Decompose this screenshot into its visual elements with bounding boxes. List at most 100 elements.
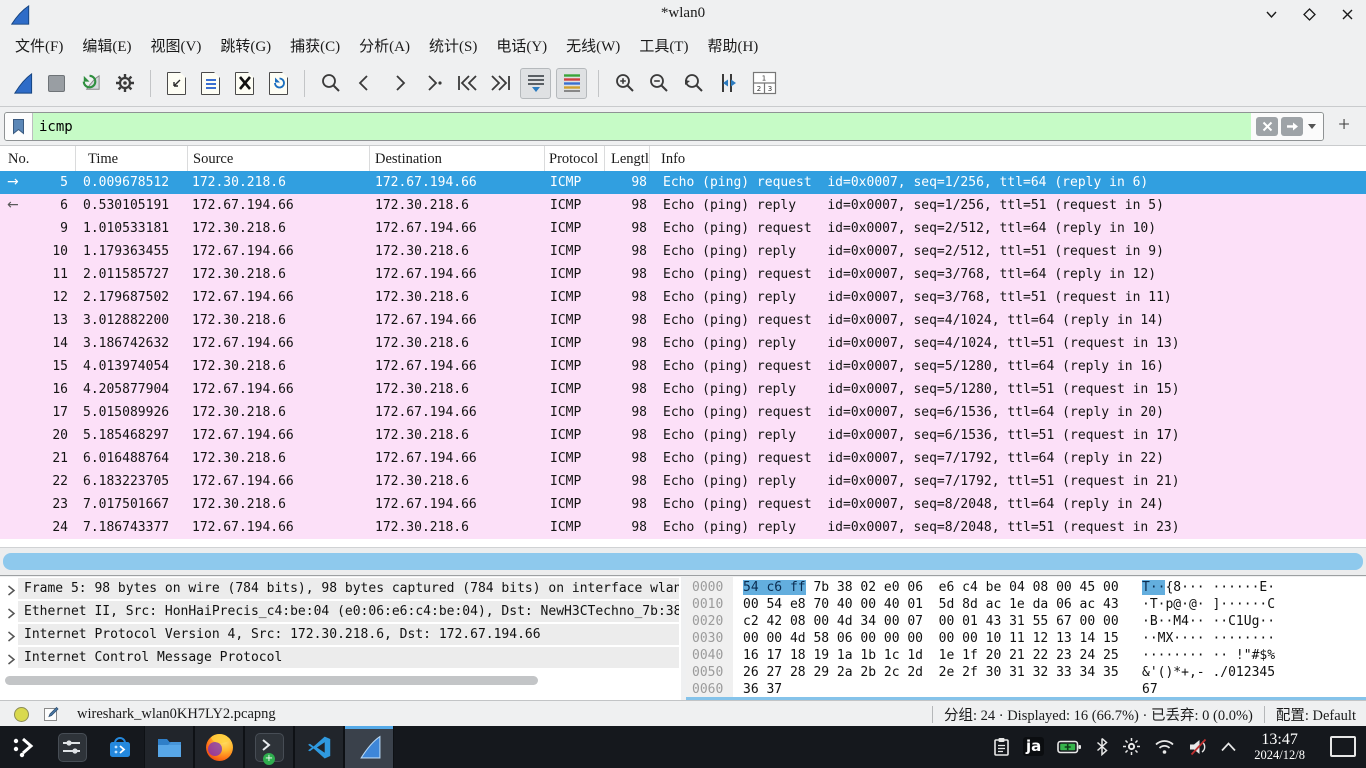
brightness-tray-icon[interactable] <box>1122 737 1141 756</box>
apply-filter-button[interactable] <box>1281 117 1303 136</box>
previous-packet-button[interactable] <box>350 69 379 98</box>
zoom-reset-button[interactable] <box>678 69 707 98</box>
scrollbar-thumb[interactable] <box>3 553 1363 570</box>
expand-chevron-icon[interactable] <box>6 583 16 594</box>
packet-row[interactable]: 247.186743377172.67.194.66172.30.218.6IC… <box>0 516 1366 539</box>
clipboard-tray-icon[interactable] <box>993 737 1010 756</box>
packet-row[interactable]: 101.179363455172.67.194.66172.30.218.6IC… <box>0 240 1366 263</box>
stop-capture-button[interactable] <box>42 69 71 98</box>
volume-muted-tray-icon[interactable] <box>1188 738 1207 756</box>
filter-text[interactable]: icmp <box>33 119 1251 135</box>
close-file-button[interactable] <box>230 69 259 98</box>
bluetooth-tray-icon[interactable] <box>1095 737 1109 756</box>
packet-row[interactable]: 133.012882200172.30.218.6172.67.194.66IC… <box>0 309 1366 332</box>
capture-options-button[interactable] <box>110 69 139 98</box>
hex-row[interactable]: 006036 3767 <box>686 681 1366 698</box>
expand-chevron-icon[interactable] <box>6 629 16 640</box>
taskbar-app-launcher[interactable] <box>0 726 48 768</box>
column-layout-button[interactable]: 123 <box>750 69 779 98</box>
display-filter-input[interactable]: icmp <box>4 112 1324 141</box>
resize-columns-button[interactable] <box>712 69 741 98</box>
column-header[interactable]: No. <box>0 146 76 172</box>
column-header[interactable]: Time <box>76 146 188 172</box>
filter-bookmark-button[interactable] <box>5 113 33 140</box>
show-desktop-button[interactable] <box>1330 736 1356 757</box>
packet-row[interactable]: 143.186742632172.67.194.66172.30.218.6IC… <box>0 332 1366 355</box>
packet-list-hscrollbar[interactable] <box>0 547 1366 576</box>
packet-row[interactable]: 164.205877904172.67.194.66172.30.218.6IC… <box>0 378 1366 401</box>
column-header[interactable]: Destination <box>370 146 545 172</box>
expand-chevron-icon[interactable] <box>6 606 16 617</box>
column-header[interactable]: Lengtl <box>605 146 650 172</box>
open-file-button[interactable] <box>162 69 191 98</box>
packet-row[interactable]: 50.009678512172.30.218.6172.67.194.66ICM… <box>0 171 1366 194</box>
first-packet-button[interactable] <box>452 69 481 98</box>
detail-tree-row[interactable]: Internet Protocol Version 4, Src: 172.30… <box>0 623 681 646</box>
maximize-button[interactable] <box>1302 7 1316 21</box>
wifi-tray-icon[interactable] <box>1154 738 1175 755</box>
menu-item[interactable]: 视图(V) <box>148 33 205 58</box>
menu-item[interactable]: 分析(A) <box>356 33 413 58</box>
menu-item[interactable]: 编辑(E) <box>79 33 134 58</box>
menu-item[interactable]: 帮助(H) <box>704 33 761 58</box>
packet-row[interactable]: 226.183223705172.67.194.66172.30.218.6IC… <box>0 470 1366 493</box>
detail-hscrollbar-thumb[interactable] <box>5 676 538 685</box>
save-file-button[interactable] <box>196 69 225 98</box>
close-button[interactable] <box>1340 7 1354 21</box>
packet-row[interactable]: 112.011585727172.30.218.6172.67.194.66IC… <box>0 263 1366 286</box>
hex-row[interactable]: 001000 54 e8 70 40 00 40 01 5d 8d ac 1e … <box>686 596 1366 613</box>
hex-row[interactable]: 000054 c6 ff 7b 38 02 e0 06 e6 c4 be 04 … <box>686 579 1366 596</box>
last-packet-button[interactable] <box>486 69 515 98</box>
menu-item[interactable]: 统计(S) <box>426 33 480 58</box>
hex-row[interactable]: 004016 17 18 19 1a 1b 1c 1d 1e 1f 20 21 … <box>686 647 1366 664</box>
packet-row[interactable]: 237.017501667172.30.218.6172.67.194.66IC… <box>0 493 1366 516</box>
detail-tree-row[interactable]: Frame 5: 98 bytes on wire (784 bits), 98… <box>0 577 681 600</box>
taskbar-terminal[interactable]: + <box>244 726 294 768</box>
taskbar-clock[interactable]: 13:47 2024/12/8 <box>1254 732 1305 762</box>
detail-tree-row[interactable]: Internet Control Message Protocol <box>0 646 681 669</box>
packet-row[interactable]: 91.010533181172.30.218.6172.67.194.66ICM… <box>0 217 1366 240</box>
colorize-packets-button[interactable] <box>556 68 587 99</box>
expert-info-icon[interactable] <box>14 707 29 722</box>
taskbar-system-settings[interactable] <box>48 726 96 768</box>
input-method-indicator[interactable]: ja <box>1023 737 1044 756</box>
menu-item[interactable]: 捕获(C) <box>287 33 343 58</box>
clear-filter-button[interactable] <box>1256 117 1278 136</box>
taskbar-file-manager[interactable] <box>144 726 194 768</box>
packet-row[interactable]: 205.185468297172.67.194.66172.30.218.6IC… <box>0 424 1366 447</box>
packet-row[interactable]: 216.016488764172.30.218.6172.67.194.66IC… <box>0 447 1366 470</box>
filter-dropdown-caret[interactable] <box>1308 124 1316 129</box>
capture-comment-icon[interactable] <box>43 706 59 722</box>
profile-selector[interactable]: 配置: Default <box>1276 704 1356 725</box>
restart-capture-button[interactable] <box>76 69 105 98</box>
packet-row[interactable]: 175.015089926172.30.218.6172.67.194.66IC… <box>0 401 1366 424</box>
menu-item[interactable]: 文件(F) <box>12 33 66 58</box>
hex-row[interactable]: 005026 27 28 29 2a 2b 2c 2d 2e 2f 30 31 … <box>686 664 1366 681</box>
expand-chevron-icon[interactable] <box>6 652 16 663</box>
zoom-in-button[interactable] <box>610 69 639 98</box>
auto-scroll-button[interactable] <box>520 68 551 99</box>
taskbar-vscode[interactable] <box>294 726 344 768</box>
reload-file-button[interactable] <box>264 69 293 98</box>
add-filter-button[interactable]: + <box>1332 111 1356 137</box>
packet-row[interactable]: 122.179687502172.67.194.66172.30.218.6IC… <box>0 286 1366 309</box>
taskbar-firefox[interactable] <box>194 726 244 768</box>
next-packet-button[interactable] <box>384 69 413 98</box>
menu-item[interactable]: 工具(T) <box>636 33 691 58</box>
packet-row[interactable]: 60.530105191172.67.194.66172.30.218.6ICM… <box>0 194 1366 217</box>
column-header[interactable]: Info <box>650 146 1366 172</box>
menu-item[interactable]: 跳转(G) <box>217 33 274 58</box>
tray-expand-chevron[interactable] <box>1220 741 1237 753</box>
minimize-button[interactable] <box>1264 7 1278 21</box>
battery-tray-icon[interactable] <box>1057 739 1082 755</box>
menu-item[interactable]: 电话(Y) <box>493 33 550 58</box>
taskbar-wireshark[interactable] <box>344 726 394 768</box>
hex-row[interactable]: 0020c2 42 08 00 4d 34 00 07 00 01 43 31 … <box>686 613 1366 630</box>
taskbar-software-center[interactable] <box>96 726 144 768</box>
detail-tree-row[interactable]: Ethernet II, Src: HonHaiPrecis_c4:be:04 … <box>0 600 681 623</box>
menu-item[interactable]: 无线(W) <box>563 33 623 58</box>
column-header[interactable]: Source <box>188 146 370 172</box>
zoom-out-button[interactable] <box>644 69 673 98</box>
packet-row[interactable]: 154.013974054172.30.218.6172.67.194.66IC… <box>0 355 1366 378</box>
hex-row[interactable]: 003000 00 4d 58 06 00 00 00 00 00 10 11 … <box>686 630 1366 647</box>
